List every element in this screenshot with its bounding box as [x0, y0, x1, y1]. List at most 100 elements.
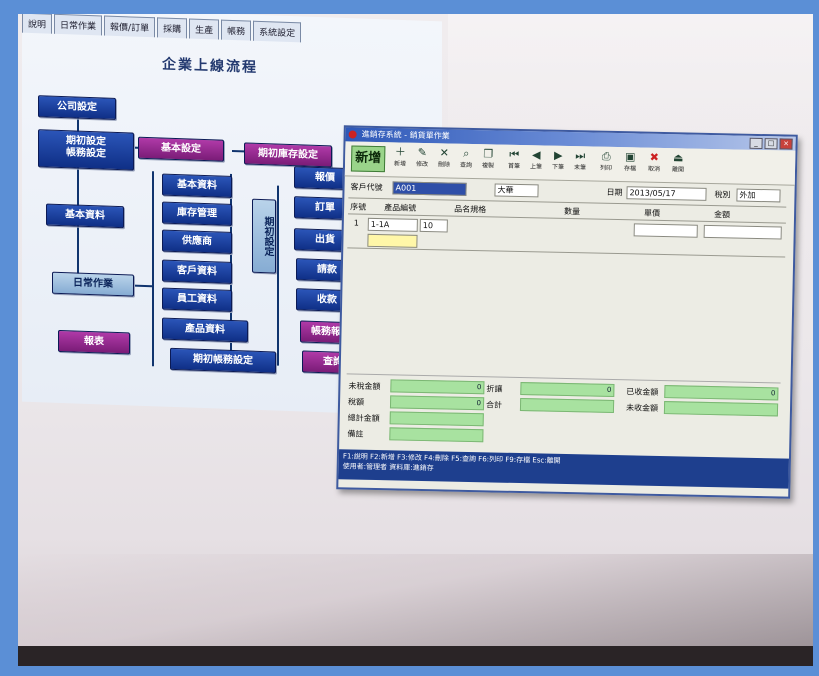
toolbar-label: 新增 — [393, 160, 407, 168]
grid-header-amount: 金額 — [713, 210, 731, 220]
tax-label: 稅別 — [714, 190, 731, 200]
toolbar-label: 下筆 — [551, 163, 565, 171]
app-icon — [348, 130, 357, 139]
find-icon: ⌕ — [463, 146, 470, 160]
toolbar-label: 複製 — [481, 162, 495, 170]
total-field — [663, 401, 779, 417]
flow-node-mid-1[interactable]: 基本資料 — [162, 173, 232, 198]
connector-line — [152, 171, 154, 367]
flow-node-opening-setup[interactable]: 期初設定 帳務設定 — [38, 129, 134, 171]
grid-cell-amount[interactable] — [703, 224, 782, 240]
first-icon: ⏮ — [509, 147, 520, 161]
total-label: 合計 — [485, 400, 503, 410]
toolbar-button-edit[interactable]: ✎ 修改 — [413, 146, 431, 168]
flow-node-label: 期初設定 — [66, 135, 106, 148]
toolbar-button-find[interactable]: ⌕ 查詢 — [457, 147, 475, 169]
grid-header-price: 單價 — [643, 208, 661, 218]
flow-node-mid-4[interactable]: 客戶資料 — [162, 259, 232, 284]
toolbar-label: 修改 — [415, 160, 429, 169]
total-label: 備註 — [347, 429, 364, 439]
date-label: 日期 — [606, 187, 623, 198]
total-field: 0 — [520, 382, 615, 398]
toolbar-button-copy[interactable]: ❐ 複製 — [479, 147, 497, 169]
toolbar-button-prev[interactable]: ◀ 上筆 — [527, 148, 545, 170]
toolbar-button-next[interactable]: ▶ 下筆 — [549, 149, 567, 171]
totals-panel: 未稅金額 0 稅額 0 總計金額 備註 折讓 0 合計 已收金額 0 未收金額 — [345, 373, 781, 462]
total-label: 折讓 — [486, 384, 503, 394]
flow-node-company-setup[interactable]: 公司設定 — [38, 95, 116, 120]
tab-6[interactable]: 帳務 — [221, 19, 252, 41]
grid-header-name: 品名規格 — [454, 204, 487, 215]
grid-header-no: 序號 — [350, 202, 367, 212]
customer-name-field[interactable]: 大華 — [494, 183, 539, 198]
toolbar-button-exit[interactable]: ⏏ 離開 — [669, 151, 687, 173]
total-label: 稅額 — [347, 397, 365, 407]
maximize-button[interactable]: □ — [764, 138, 778, 150]
tax-select[interactable]: 外加 — [736, 188, 781, 203]
flow-node-basic-data[interactable]: 基本資料 — [46, 203, 124, 228]
grid-cell-code[interactable]: 1-1A — [367, 217, 418, 232]
toolbar-button-add[interactable]: ＋新增 — [391, 145, 409, 167]
flow-node-mid-2[interactable]: 庫存管理 — [162, 201, 232, 226]
toolbar-button-last[interactable]: ⏭ 末筆 — [571, 149, 589, 171]
flow-node-basic-setup[interactable]: 基本設定 — [138, 136, 224, 162]
toolbar-button-cancel[interactable]: ✖ 取消 — [645, 151, 663, 173]
flow-node-mid-5[interactable]: 員工資料 — [162, 287, 232, 312]
flow-node-opening-stock[interactable]: 期初庫存設定 — [244, 142, 332, 167]
tab-7[interactable]: 系統設定 — [253, 20, 302, 43]
total-field: 0 — [389, 395, 485, 411]
next-icon: ▶ — [553, 148, 563, 162]
window-controls: _ □ × — [749, 137, 793, 150]
tab-5[interactable]: 生產 — [189, 18, 220, 40]
total-field — [519, 398, 615, 414]
prev-icon: ◀ — [531, 148, 541, 162]
tab-3[interactable]: 報價/訂單 — [104, 15, 156, 38]
flow-node-label: 帳務設定 — [66, 146, 106, 160]
grid-header-code: 產品編號 — [384, 203, 417, 213]
toolbar-button-first[interactable]: ⏮ 首筆 — [505, 148, 523, 170]
plus-icon: ＋ — [394, 145, 406, 159]
flow-node-report[interactable]: 報表 — [58, 329, 130, 354]
total-label: 已收金額 — [626, 387, 659, 397]
grid-divider — [347, 247, 786, 258]
save-icon: ▣ — [624, 150, 636, 164]
exit-icon: ⏏ — [672, 151, 684, 165]
grid-cell-qty[interactable]: 10 — [419, 218, 448, 233]
tab-4[interactable]: 採購 — [157, 17, 188, 39]
total-field — [389, 427, 484, 443]
print-icon: ⎙ — [601, 149, 611, 163]
new-button[interactable]: 新增 — [350, 145, 386, 173]
tab-bar: 說明 日常作業 報價/訂單 採購 生產 帳務 系統設定 — [22, 14, 303, 43]
total-label: 未稅金額 — [348, 381, 381, 392]
tab-2[interactable]: 日常作業 — [54, 14, 103, 36]
toolbar-label: 末筆 — [573, 164, 587, 172]
tab-1[interactable]: 說明 — [22, 14, 53, 34]
toolbar-button-save[interactable]: ▣ 存檔 — [621, 150, 639, 172]
toolbar-label: 上筆 — [529, 163, 543, 171]
grid-active-cell[interactable] — [367, 233, 418, 248]
delete-icon: ✕ — [439, 146, 450, 160]
flow-node-vertical[interactable]: 期初設定 — [252, 198, 276, 274]
flow-node-mid-6[interactable]: 產品資料 — [162, 317, 248, 343]
connector-line — [277, 185, 279, 366]
toolbar-label: 刪除 — [437, 161, 451, 169]
close-button[interactable]: × — [779, 138, 793, 150]
toolbar-button-delete[interactable]: ✕ 刪除 — [435, 146, 453, 168]
toolbar-label: 離開 — [671, 166, 685, 174]
flow-node-mid-3[interactable]: 供應商 — [162, 229, 232, 254]
customer-code-field[interactable]: A001 — [392, 181, 467, 196]
date-field[interactable]: 2013/05/17 — [626, 186, 707, 201]
photo-frame: 說明 日常作業 報價/訂單 採購 生產 帳務 系統設定 企業上線流程 公司設定 … — [18, 14, 813, 666]
flow-node-daily[interactable]: 日常作業 — [52, 271, 134, 297]
sales-entry-window: 進銷存系統 - 銷貨單作業 _ □ × 新增 ＋新增 ✎ 修改 ✕ 刪除 ⌕ 查詢 ❐… — [336, 125, 798, 499]
edit-icon: ✎ — [417, 145, 428, 160]
total-field — [389, 411, 484, 427]
grid-cell-price[interactable] — [633, 223, 698, 238]
toolbar-label: 取消 — [647, 165, 661, 173]
flow-node-mid-7[interactable]: 期初帳務設定 — [170, 347, 276, 374]
copy-icon: ❐ — [483, 147, 494, 161]
total-field: 0 — [390, 379, 485, 395]
cancel-icon: ✖ — [649, 150, 660, 164]
toolbar-button-print[interactable]: ⎙ 列印 — [597, 150, 615, 172]
minimize-button[interactable]: _ — [749, 137, 763, 150]
